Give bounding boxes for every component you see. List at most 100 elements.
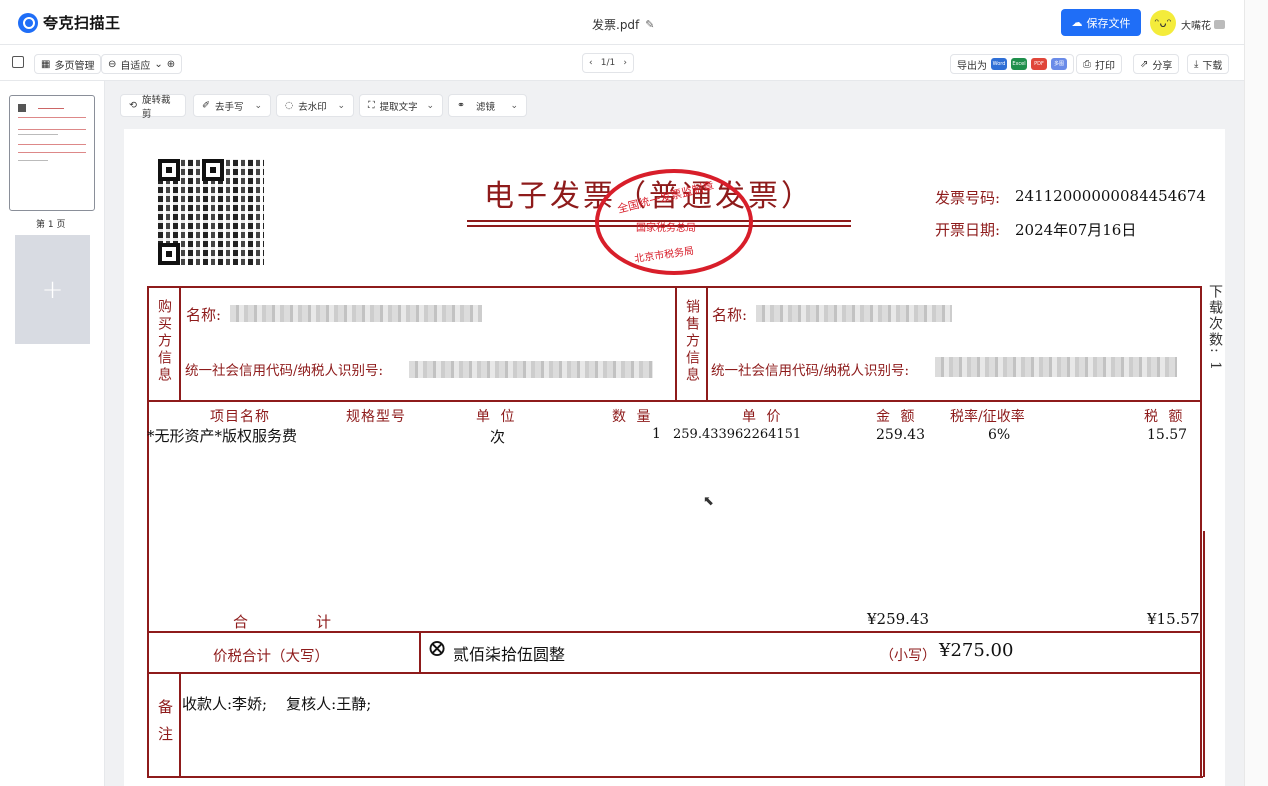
file-name[interactable]: 发票.pdf ✎ [592,16,655,33]
party-section-divider [147,400,1201,402]
total-divider [147,631,1201,633]
grid-icon: ▦ [41,58,51,70]
small-amount: ¥275.00 [939,640,1014,661]
chevron-down-icon: ⌄ [426,100,434,111]
file-name-text: 发票.pdf [592,18,640,32]
seller-tax-id-label: 统一社会信用代码/纳税人识别号: [711,363,910,379]
remove-handwriting-button[interactable]: ✐ 去手写 ⌄ [193,94,271,117]
buyer-name-redacted [230,305,482,322]
header-unit: 单 位 [476,409,518,425]
qr-finder [158,243,180,265]
zoom-control[interactable]: ⊖ 自适应 ⌄ ⊕ [101,54,183,74]
prev-page-icon[interactable]: ‹ [589,58,593,68]
header-spec: 规格型号 [346,409,406,425]
filter-button[interactable]: ⚭ 滤镜 ⌄ [448,94,527,117]
page-indicator: 1/1 [600,58,616,68]
remove-handwriting-label: 去手写 [214,101,244,113]
buyer-side-divider [179,286,181,401]
seller-name-label: 名称: [712,306,748,324]
qr-code [158,159,264,265]
header-qty: 数 量 [612,409,654,425]
frame-right-shadow [1203,531,1205,777]
remove-watermark-button[interactable]: ◌ 去水印 ⌄ [276,94,354,117]
avatar[interactable]: ᵔᴗᵔ [1150,10,1176,36]
next-page-icon[interactable]: › [623,58,627,68]
buyer-side-label: 购买方信息 [156,299,172,384]
frame-top [147,286,1201,288]
header-tax-rate: 税率/征收率 [950,409,1025,425]
eraser-icon: ✐ [202,100,210,111]
extract-text-label: 提取文字 [379,101,418,113]
printer-icon: ⎙ [1083,58,1091,70]
zoom-in-icon[interactable]: ⊕ [167,59,175,70]
invoice-no: 24112000000084454674 [1015,187,1206,205]
remark-side-label: 备注 [156,699,174,753]
capital-divider [147,672,1201,674]
buyer-tax-id-label: 统一社会信用代码/纳税人识别号: [185,363,384,379]
chevron-down-icon: ⌄ [254,100,262,111]
extract-text-button[interactable]: ⛶ 提取文字 ⌄ [359,94,443,117]
capital-amount: 贰佰柒拾伍圆整 [453,645,566,664]
chevron-down-icon: ⌄ [510,100,518,111]
pdf-icon[interactable]: PDF [1031,58,1047,70]
qr-finder [202,159,224,181]
item-unit: 次 [490,428,506,446]
export-menu[interactable]: 导出为 Word Excel PDF 多图 [950,54,1074,74]
rotate-crop-button[interactable]: ⟲ 旋转裁剪 [120,94,186,120]
seller-side-divider [706,286,708,401]
app-logo[interactable]: 夸克扫描王 [18,12,121,33]
excel-icon[interactable]: Excel [1011,58,1027,70]
collapse-sidebar-icon[interactable] [12,56,24,68]
zoom-select[interactable]: 自适应 [120,57,150,72]
word-icon[interactable]: Word [991,58,1007,70]
seller-tax-id-redacted [935,357,1177,377]
header-price: 单 价 [742,409,784,425]
multi-image-icon[interactable]: 多图 [1051,58,1067,70]
zoom-out-icon[interactable]: ⊖ [108,59,116,70]
stamp-mid-text: 国家税务总局 [636,223,696,234]
quark-logo-icon [18,12,38,33]
remove-watermark-label: 去水印 [298,101,327,113]
download-button[interactable]: ⤓ 下载 [1187,54,1230,74]
download-count: 下载次数: 1 [1207,284,1223,373]
page-sidebar: 第 1 页 + [0,81,105,786]
cloud-icon: ☁ [1071,16,1083,29]
rename-edit-icon[interactable]: ✎ [645,18,654,31]
frame-bottom [147,776,1203,778]
add-page-button[interactable]: + [15,235,90,344]
total-amount: ¥259.43 [867,610,930,628]
page-navigator[interactable]: ‹ 1/1 › [582,53,634,73]
user-menu[interactable]: 大嘴花 [1181,17,1225,32]
camera-icon [1214,20,1225,29]
window-scroll-strip[interactable] [1244,0,1268,786]
header-item-name: 项目名称 [210,409,270,425]
issue-date-label: 开票日期: [935,221,1001,239]
filter-icon: ⚭ [457,100,465,111]
print-label: 打印 [1095,60,1115,72]
print-button[interactable]: ⎙ 打印 [1076,54,1122,74]
capital-symbol: ⊗ [427,634,448,662]
share-button[interactable]: ⇗ 分享 [1133,54,1180,74]
scan-text-icon: ⛶ [368,100,375,111]
page-thumbnail[interactable] [9,95,95,211]
seller-side-label: 销售方信息 [684,299,700,384]
qr-finder [158,159,180,181]
small-amount-label: （小写） [880,648,936,664]
save-file-button[interactable]: ☁ 保存文件 [1061,9,1141,36]
chevron-down-icon: ⌄ [337,100,345,111]
total-label-2: 计 [316,613,332,631]
seller-name-redacted [756,305,952,322]
buyer-name-label: 名称: [186,306,222,324]
frame-right [1200,286,1202,777]
crop-icon: ⟲ [129,100,137,111]
rotate-crop-label: 旋转裁剪 [141,94,171,120]
buyer-tax-id-redacted [409,361,653,378]
multi-page-button[interactable]: ▦ 多页管理 [34,54,102,74]
item-tax: 15.57 [1147,427,1188,443]
capital-label: 价税合计（大写） [213,649,329,665]
chevron-down-icon: ⌄ [154,58,163,70]
header-amount: 金 额 [876,409,918,425]
remark-divider [179,672,181,777]
header-tax: 税 额 [1144,409,1186,425]
app-name: 夸克扫描王 [43,14,121,32]
